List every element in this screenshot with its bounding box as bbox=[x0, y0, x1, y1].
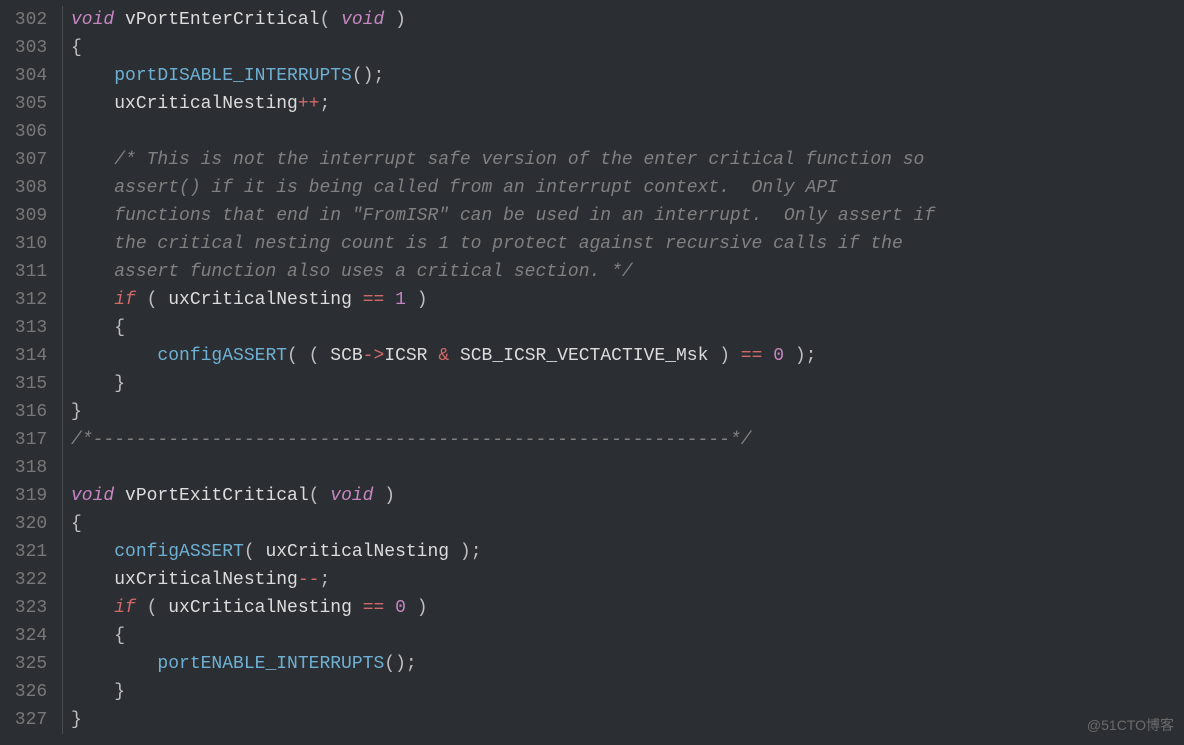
code-line[interactable]: if ( uxCriticalNesting == 0 ) bbox=[71, 594, 1184, 622]
line-number: 323 bbox=[0, 594, 62, 622]
line-number-gutter: 3023033043053063073083093103113123133143… bbox=[0, 6, 62, 734]
line-number: 309 bbox=[0, 202, 62, 230]
code-line[interactable]: { bbox=[71, 314, 1184, 342]
code-line[interactable]: { bbox=[71, 622, 1184, 650]
line-number: 313 bbox=[0, 314, 62, 342]
code-line[interactable]: functions that end in "FromISR" can be u… bbox=[71, 202, 1184, 230]
code-line[interactable]: portDISABLE_INTERRUPTS(); bbox=[71, 62, 1184, 90]
line-number: 322 bbox=[0, 566, 62, 594]
code-line[interactable]: } bbox=[71, 678, 1184, 706]
code-line[interactable]: void vPortExitCritical( void ) bbox=[71, 482, 1184, 510]
line-number: 314 bbox=[0, 342, 62, 370]
line-number: 306 bbox=[0, 118, 62, 146]
code-line[interactable]: assert function also uses a critical sec… bbox=[71, 258, 1184, 286]
line-number: 315 bbox=[0, 370, 62, 398]
code-line[interactable]: the critical nesting count is 1 to prote… bbox=[71, 230, 1184, 258]
code-line[interactable]: } bbox=[71, 370, 1184, 398]
line-number: 305 bbox=[0, 90, 62, 118]
line-number: 307 bbox=[0, 146, 62, 174]
code-line[interactable]: if ( uxCriticalNesting == 1 ) bbox=[71, 286, 1184, 314]
line-number: 312 bbox=[0, 286, 62, 314]
line-number: 310 bbox=[0, 230, 62, 258]
line-number: 311 bbox=[0, 258, 62, 286]
code-line[interactable] bbox=[71, 454, 1184, 482]
line-number: 319 bbox=[0, 482, 62, 510]
line-number: 321 bbox=[0, 538, 62, 566]
line-number: 317 bbox=[0, 426, 62, 454]
line-number: 326 bbox=[0, 678, 62, 706]
gutter-divider bbox=[62, 6, 63, 734]
line-number: 316 bbox=[0, 398, 62, 426]
code-line[interactable]: } bbox=[71, 398, 1184, 426]
code-editor[interactable]: 3023033043053063073083093103113123133143… bbox=[0, 0, 1184, 734]
code-line[interactable]: assert() if it is being called from an i… bbox=[71, 174, 1184, 202]
line-number: 325 bbox=[0, 650, 62, 678]
line-number: 302 bbox=[0, 6, 62, 34]
code-content[interactable]: void vPortEnterCritical( void ){ portDIS… bbox=[71, 6, 1184, 734]
code-line[interactable]: { bbox=[71, 34, 1184, 62]
code-line[interactable]: { bbox=[71, 510, 1184, 538]
line-number: 318 bbox=[0, 454, 62, 482]
code-line[interactable]: } bbox=[71, 706, 1184, 734]
code-line[interactable]: /*--------------------------------------… bbox=[71, 426, 1184, 454]
line-number: 320 bbox=[0, 510, 62, 538]
line-number: 303 bbox=[0, 34, 62, 62]
code-line[interactable]: uxCriticalNesting++; bbox=[71, 90, 1184, 118]
code-line[interactable]: /* This is not the interrupt safe versio… bbox=[71, 146, 1184, 174]
line-number: 327 bbox=[0, 706, 62, 734]
line-number: 324 bbox=[0, 622, 62, 650]
code-line[interactable]: configASSERT( ( SCB->ICSR & SCB_ICSR_VEC… bbox=[71, 342, 1184, 370]
code-line[interactable]: configASSERT( uxCriticalNesting ); bbox=[71, 538, 1184, 566]
code-line[interactable]: uxCriticalNesting--; bbox=[71, 566, 1184, 594]
code-line[interactable]: portENABLE_INTERRUPTS(); bbox=[71, 650, 1184, 678]
code-line[interactable]: void vPortEnterCritical( void ) bbox=[71, 6, 1184, 34]
line-number: 308 bbox=[0, 174, 62, 202]
line-number: 304 bbox=[0, 62, 62, 90]
code-line[interactable] bbox=[71, 118, 1184, 146]
watermark-text: @51CTO博客 bbox=[1087, 711, 1174, 739]
